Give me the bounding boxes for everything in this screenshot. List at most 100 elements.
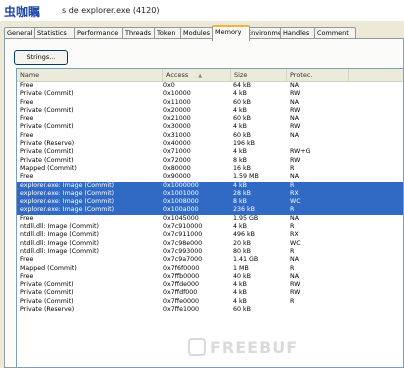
cell-protection: RW <box>290 106 301 114</box>
cell-name: Private (Reserve) <box>20 140 75 148</box>
table-row[interactable]: Private (Commit) 0x20000 4 kB RW <box>17 107 403 115</box>
cell-name: Free <box>20 173 34 181</box>
cell-protection: RW <box>290 281 301 289</box>
cell-name: ntdll.dll: Image (Commit) <box>20 231 99 239</box>
cell-protection: NA <box>290 115 300 123</box>
cell-access: 0x21000 <box>163 115 191 123</box>
table-row[interactable]: Private (Commit) 0x72000 8 kB RW <box>17 157 403 165</box>
table-row[interactable]: Private (Commit) 0x10000 4 kB RW <box>17 90 403 98</box>
cell-size: 60 kB <box>233 131 251 139</box>
cell-protection: NA <box>290 173 300 181</box>
table-row[interactable]: Private (Commit) 0x7ffe0000 4 kB R <box>17 298 403 306</box>
cell-access: 0x7ffe1000 <box>163 306 199 314</box>
cell-protection: RW+G <box>290 148 311 156</box>
cell-name: Free <box>20 214 34 222</box>
table-row[interactable]: Private (Commit) 0x30000 4 kB RW <box>17 123 403 131</box>
cell-size: 60 kB <box>233 306 251 314</box>
cell-name: Private (Commit) <box>20 297 74 305</box>
window-title: s de explorer.exe (4120) <box>62 6 160 15</box>
cell-name: Free <box>20 272 34 280</box>
cell-protection: R <box>290 247 295 255</box>
cell-protection: WC <box>290 239 301 247</box>
table-row[interactable]: Free 0x7ffb0000 40 kB NA <box>17 273 403 281</box>
cell-access: 0x7f6f0000 <box>163 264 200 272</box>
cell-size: 196 kB <box>233 140 255 148</box>
cell-size: 4 kB <box>233 281 247 289</box>
table-row[interactable]: Free 0x1045000 1.95 GB NA <box>17 215 403 223</box>
strings-button[interactable]: Strings... <box>14 50 68 65</box>
table-row[interactable]: Free 0x7c9a7000 1.41 GB NA <box>17 256 403 264</box>
cell-name: Private (Commit) <box>20 289 74 297</box>
brand-logo: 虫咖瞩 <box>4 5 41 19</box>
table-row[interactable]: ntdll.dll: Image (Commit) 0x7c993000 80 kB… <box>17 248 403 256</box>
cell-size: 4 kB <box>233 90 247 98</box>
cell-access: 0x1045000 <box>163 214 199 222</box>
table-row[interactable]: ntdll.dll: Image (Commit) 0x7c911000 496 k… <box>17 231 403 239</box>
table-row[interactable]: explorer.exe: Image (Commit) 0x1008000 8 k… <box>17 198 403 207</box>
table-row[interactable]: Mapped (Commit) 0x80000 16 kB R <box>17 165 403 173</box>
cell-protection: R <box>290 164 295 172</box>
cell-name: ntdll.dll: Image (Commit) <box>20 247 99 255</box>
cell-access: 0x1008000 <box>163 198 199 206</box>
cell-size: 4 kB <box>233 123 247 131</box>
list-header: Name Access ▲ Size Protec. <box>17 69 403 82</box>
column-header-access[interactable]: Access ▲ <box>163 69 231 81</box>
cell-access: 0x7c98e000 <box>163 239 203 247</box>
cell-size: 4 kB <box>233 223 247 231</box>
cell-name: ntdll.dll: Image (Commit) <box>20 223 99 231</box>
cell-protection: RW <box>290 90 301 98</box>
table-row[interactable]: Private (Commit) 0x7ffde000 4 kB RW <box>17 281 403 289</box>
table-row[interactable]: Private (Commit) 0x7ffdf000 4 kB RW <box>17 289 403 297</box>
table-row[interactable]: explorer.exe: Image (Commit) 0x1000000 4 k… <box>17 181 403 190</box>
watermark-logo-icon <box>188 338 206 356</box>
table-row[interactable]: explorer.exe: Image (Commit) 0x100a000 236… <box>17 206 403 215</box>
cell-protection: R <box>290 181 295 189</box>
table-row[interactable]: Free 0x11000 60 kB NA <box>17 99 403 107</box>
cell-name: Mapped (Commit) <box>20 164 77 172</box>
cell-size: 20 kB <box>233 239 251 247</box>
cell-access: 0x71000 <box>163 148 191 156</box>
cell-size: 40 kB <box>233 272 251 280</box>
cell-protection: WC <box>290 198 301 206</box>
cell-size: 4 kB <box>233 297 247 305</box>
cell-size: 496 kB <box>233 231 255 239</box>
cell-protection: NA <box>290 82 300 89</box>
table-row[interactable]: Free 0x90000 1.59 MB NA <box>17 173 403 181</box>
column-header-name[interactable]: Name <box>17 69 163 81</box>
tab-memory[interactable]: Memory <box>212 25 250 41</box>
table-row[interactable]: Private (Reserve) 0x40000 196 kB <box>17 140 403 148</box>
table-row[interactable]: Free 0x0 64 kB NA <box>17 82 403 90</box>
table-row[interactable]: Free 0x31000 60 kB NA <box>17 132 403 140</box>
cell-size: 60 kB <box>233 98 251 106</box>
table-row[interactable]: explorer.exe: Image (Commit) 0x1001000 28 … <box>17 189 403 199</box>
cell-name: Free <box>20 82 34 89</box>
sort-ascending-icon: ▲ <box>198 73 203 79</box>
cell-size: 236 kB <box>233 206 255 214</box>
cell-access: 0x7ffb0000 <box>163 272 200 280</box>
column-header-size[interactable]: Size <box>231 69 287 81</box>
tab-strip: General Statistics Performance Threads Token… <box>4 25 402 41</box>
cell-access: 0x10000 <box>163 90 191 98</box>
cell-name: Private (Commit) <box>20 148 74 156</box>
memory-list[interactable]: Name Access ▲ Size Protec. Free 0x0 64 kB NA… <box>16 68 404 368</box>
cell-protection: NA <box>290 272 300 280</box>
cell-name: Private (Commit) <box>20 90 74 98</box>
table-row[interactable]: Private (Reserve) 0x7ffe1000 60 kB <box>17 306 403 314</box>
cell-protection: NA <box>290 131 300 139</box>
cell-access: 0x1000000 <box>163 181 199 189</box>
cell-protection: R <box>290 297 295 305</box>
cell-protection: R <box>290 223 295 231</box>
cell-name: Private (Commit) <box>20 156 74 164</box>
title-bar: 虫咖瞩 s de explorer.exe (4120) <box>0 0 404 21</box>
cell-access: 0x11000 <box>163 98 191 106</box>
table-row[interactable]: ntdll.dll: Image (Commit) 0x7c98e000 20 kB… <box>17 240 403 248</box>
cell-protection: RW <box>290 123 301 131</box>
table-row[interactable]: Private (Commit) 0x71000 4 kB RW+G <box>17 148 403 156</box>
cell-protection: RW <box>290 156 301 164</box>
column-header-protection[interactable]: Protec. <box>287 69 349 81</box>
table-row[interactable]: ntdll.dll: Image (Commit) 0x7c910000 4 kB R <box>17 223 403 231</box>
table-row[interactable]: Mapped (Commit) 0x7f6f0000 1 MB R <box>17 265 403 273</box>
cell-name: explorer.exe: Image (Commit) <box>20 181 115 189</box>
table-row[interactable]: Free 0x21000 60 kB NA <box>17 115 403 123</box>
cell-size: 28 kB <box>233 189 251 197</box>
